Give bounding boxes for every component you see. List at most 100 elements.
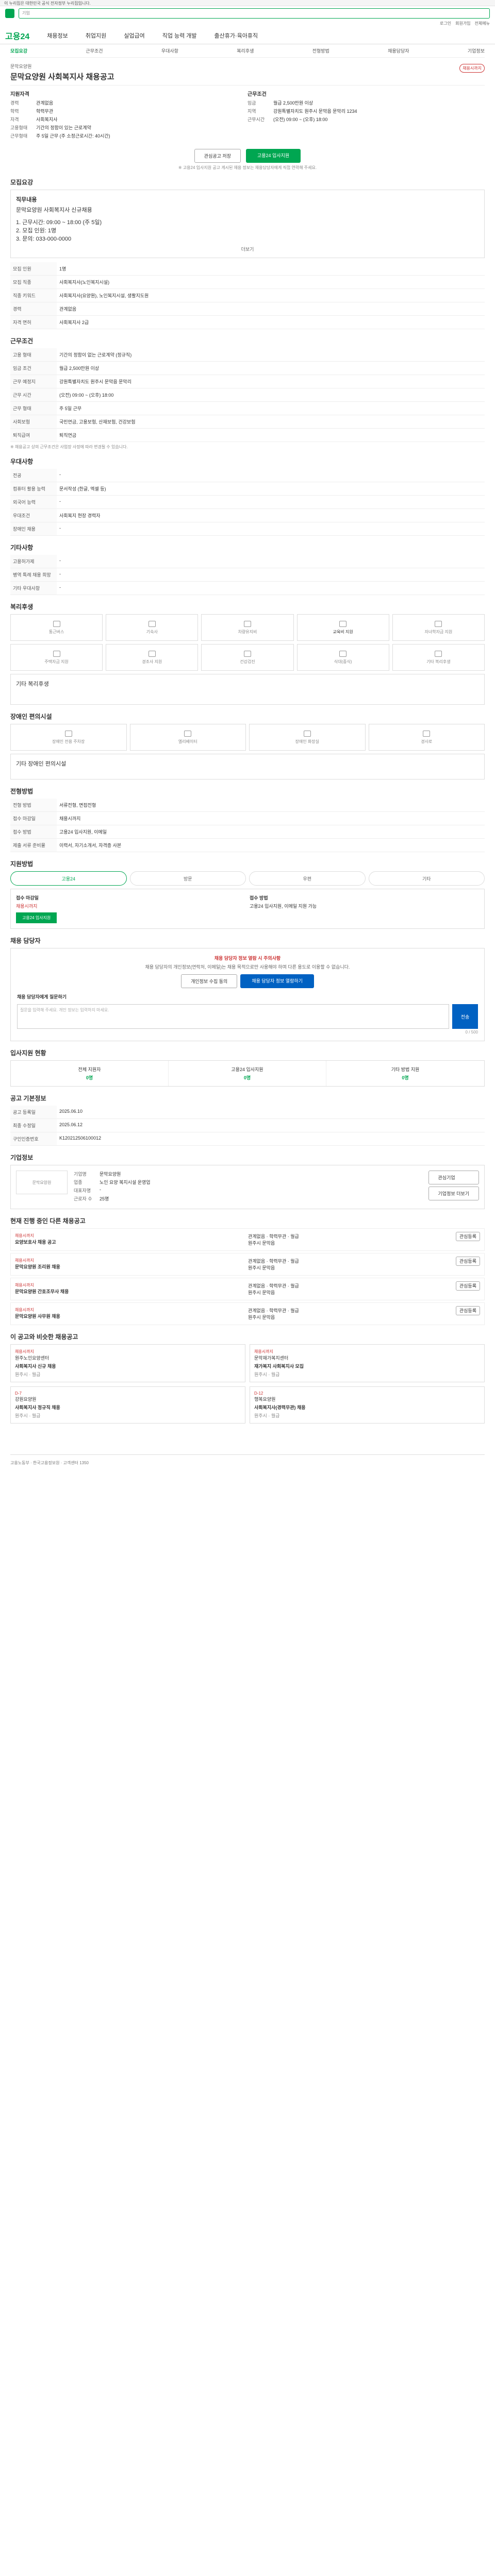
- other-section: 기타사항 고용허가제 - 병역 특례 채용 희망 - 기타 우대사항 -: [10, 543, 485, 595]
- screening-section: 전형방법 전형 방법 서류전형, 면접전형 접수 마감일 채용시까지 접수 방법 고용…: [10, 787, 485, 852]
- logo-icon[interactable]: [5, 9, 14, 18]
- tab-recruit[interactable]: 모집요강: [10, 47, 27, 54]
- login-link[interactable]: 로그인: [440, 21, 451, 27]
- company-heading: 기업정보: [10, 1154, 34, 1161]
- table-row: 장애인 채용 -: [10, 522, 485, 536]
- summary-cond-heading: 근무조건: [248, 92, 267, 97]
- all-menu-link[interactable]: 전체메뉴: [475, 21, 490, 27]
- tab-preference[interactable]: 우대사항: [161, 47, 178, 54]
- nav-item-leave[interactable]: 출산휴가·육아휴직: [214, 31, 258, 40]
- apply-left: 접수 마감일 채용시까지 고용24 입사지원: [16, 894, 245, 923]
- applicant-stats: 전체 지원자 0명 고용24 입사지원 0명 기타 방법 지원 0명: [10, 1060, 485, 1087]
- company-row: 대표자명 -: [74, 1187, 101, 1193]
- tab-welfare[interactable]: 복리후생: [237, 47, 254, 54]
- method-online[interactable]: 고용24: [10, 871, 127, 886]
- method-etc[interactable]: 기타: [368, 871, 485, 886]
- table-row: 퇴직급여 퇴직연금: [10, 428, 485, 442]
- applicants-section: 입사지원 현황 전체 지원자 0명 고용24 입사지원 0명 기타 방법 지원 0명: [10, 1048, 485, 1087]
- bookmark-button[interactable]: 관심등록: [455, 1232, 480, 1241]
- apply-detail: 접수 마감일 채용시까지 고용24 입사지원 접수 방법 고용24 입사지원, …: [10, 889, 485, 929]
- bookmark-button[interactable]: 관심등록: [455, 1257, 480, 1266]
- deadline-badge: 채용시까지: [459, 64, 485, 73]
- method-mail[interactable]: 우편: [249, 871, 366, 886]
- duties-line: 문막요양원 사회복지사 신규채용: [16, 207, 92, 213]
- tuition-icon: [435, 620, 442, 627]
- list-item[interactable]: 채용시까지 요양보호사 채용 공고 관계없음 · 학력무관 · 월급 원주시 문막읍…: [10, 1228, 485, 1251]
- top-links: 로그인 회원가입 전체메뉴: [0, 21, 495, 27]
- company-row: 기업명 문막요양원: [74, 1172, 121, 1177]
- main-nav: 고용24 채용정보 취업지원 실업급여 직업 능력 개발 출산휴가·육아휴직: [0, 27, 495, 44]
- bookmark-button[interactable]: 관심등록: [455, 1281, 480, 1291]
- send-button[interactable]: 전송: [452, 1004, 478, 1029]
- more-button[interactable]: 더보기: [16, 246, 479, 252]
- tab-company[interactable]: 기업정보: [468, 47, 485, 54]
- consent-button[interactable]: 개인정보 수집 동의: [181, 974, 238, 988]
- recommend-card[interactable]: D-12 행복요양원 사회복지사(경력무관) 채용 원주시 · 월급: [250, 1386, 485, 1423]
- table-row: 컴퓨터 활용 능력 문서작성 (한글, 엑셀 등): [10, 482, 485, 496]
- manager-section: 채용 담당자 채용 담당자 정보 열람 시 주의사항 채용 담당자의 개인정보(…: [10, 936, 485, 1041]
- nav-item-benefit[interactable]: 실업급여: [124, 31, 144, 40]
- char-counter: 0 / 500: [465, 1030, 478, 1035]
- table-row: 우대조건 사회복지 현장 경력자: [10, 509, 485, 522]
- parking-icon: [64, 730, 72, 737]
- company-row: 근로자 수 25명: [74, 1196, 109, 1201]
- recommend-card[interactable]: 채용시까지 원주노인요양센터 사회복지사 신규 채용 원주시 · 월급: [10, 1344, 245, 1382]
- content: 모집요강 근무조건 우대사항 복리후생 전형방법 채용담당자 기업정보 문막요양…: [10, 44, 485, 1471]
- disability-grid: 장애인 전용 주차장 엘리베이터 장애인 화장실 경사로: [10, 724, 485, 751]
- summary-row: 경력 관계없음: [10, 100, 54, 106]
- house-icon: [53, 650, 60, 657]
- duties-box: 직무내용 문막요양원 사회복지사 신규채용 1. 근무시간: 09:00 ~ 1…: [10, 190, 485, 258]
- manager-actions: 개인정보 수집 동의 채용 담당자 정보 열람하기: [17, 974, 478, 988]
- summary-row: 근무시간 (오전) 09:00 ~ (오후) 18:00: [248, 117, 328, 122]
- screening-heading: 전형방법: [10, 788, 34, 795]
- tab-screening[interactable]: 전형방법: [312, 47, 329, 54]
- table-row: 기타 우대사항 -: [10, 581, 485, 595]
- related-heading: 현재 진행 중인 다른 채용공고: [10, 1217, 86, 1225]
- disability-note: 기타 장애인 편의시설: [10, 754, 485, 779]
- duties-line: 3. 문의: 033-000-0000: [16, 236, 72, 242]
- welfare-item: 주택자금 지원: [10, 644, 103, 671]
- table-row: 모집 직종 사회복지사(노인복지시설): [10, 275, 485, 289]
- recruit-table: 모집 인원 1명 모집 직종 사회복지사(노인복지시설) 직종 키워드 사회복지사(요…: [10, 262, 485, 329]
- manager-box: 채용 담당자 정보 열람 시 주의사항 채용 담당자의 개인정보(연락처, 이메…: [10, 948, 485, 1041]
- manager-warning: 채용 담당자 정보 열람 시 주의사항: [214, 956, 281, 961]
- conditions-note: ※ 채용공고 상의 근무조건은 사업장 사정에 따라 변경될 수 있습니다.: [10, 445, 128, 449]
- nav-item-training[interactable]: 직업 능력 개발: [162, 31, 197, 40]
- view-manager-button[interactable]: 채용 담당자 정보 열람하기: [240, 974, 314, 988]
- stat-online: 고용24 입사지원 0명: [169, 1061, 326, 1086]
- company-name[interactable]: 문막요양원: [10, 63, 485, 70]
- detail-tabs: 모집요강 근무조건 우대사항 복리후생 전형방법 채용담당자 기업정보: [10, 44, 485, 58]
- follow-company-button[interactable]: 관심기업: [428, 1171, 479, 1184]
- applicants-heading: 입사지원 현황: [10, 1049, 46, 1057]
- save-job-button[interactable]: 관심공고 저장: [194, 149, 241, 163]
- recommend-card[interactable]: 채용시까지 문막재가복지센터 재가복지 사회복지사 모집 원주시 · 월급: [250, 1344, 485, 1382]
- welfare-item: 기타 복리후생: [392, 644, 485, 671]
- disability-section: 장애인 편의시설 장애인 전용 주차장 엘리베이터 장애인 화장실 경사로 기타…: [10, 712, 485, 779]
- posting-heading: 공고 기본정보: [10, 1095, 46, 1102]
- method-visit[interactable]: 방문: [129, 871, 246, 886]
- apply-button[interactable]: 고용24 입사지원: [245, 149, 301, 163]
- list-item[interactable]: 채용시까지 문막요양원 사무원 채용 관계없음 · 학력무관 · 월급 원주시 문막…: [10, 1302, 485, 1325]
- bookmark-button[interactable]: 관심등록: [455, 1306, 480, 1315]
- brand-logo[interactable]: 고용24: [5, 29, 29, 42]
- nav-item-jobs[interactable]: 채용정보: [47, 31, 68, 40]
- recommend-card[interactable]: D-7 강원요양원 사회복지사 정규직 채용 원주시 · 월급: [10, 1386, 245, 1423]
- welfare-item: 식대(중식): [296, 644, 389, 671]
- gift-icon: [148, 650, 156, 657]
- table-row: 병역 특례 채용 희망 -: [10, 568, 485, 582]
- screening-table: 전형 방법 서류전형, 면접전형 접수 마감일 채용시까지 접수 방법 고용24 입사…: [10, 799, 485, 852]
- elevator-icon: [184, 730, 192, 737]
- posting-section: 공고 기본정보 공고 등록일 2025.06.10 최종 수정일 2025.06.1…: [10, 1094, 485, 1146]
- related-section: 현재 진행 중인 다른 채용공고 채용시까지 요양보호사 채용 공고 관계없음 ·…: [10, 1216, 485, 1325]
- tab-conditions[interactable]: 근무조건: [86, 47, 103, 54]
- nav-item-support[interactable]: 취업지원: [86, 31, 106, 40]
- company-more-button[interactable]: 기업정보 더보기: [428, 1187, 479, 1200]
- tab-manager[interactable]: 채용담당자: [388, 47, 409, 54]
- apply-actions: 관심공고 저장 고용24 입사지원: [10, 149, 485, 163]
- search-input[interactable]: 기업: [19, 8, 490, 19]
- apply-online-button[interactable]: 고용24 입사지원: [16, 912, 57, 923]
- signup-link[interactable]: 회원가입: [455, 21, 470, 27]
- question-textarea[interactable]: 질문을 입력해 주세요. 개인 정보는 입력하지 마세요.: [17, 1004, 449, 1029]
- list-item[interactable]: 채용시까지 문막요양원 조리원 채용 관계없음 · 학력무관 · 월급 원주시 문막…: [10, 1253, 485, 1276]
- list-item[interactable]: 채용시까지 문막요양원 간호조무사 채용 관계없음 · 학력무관 · 월급 원주시 …: [10, 1278, 485, 1300]
